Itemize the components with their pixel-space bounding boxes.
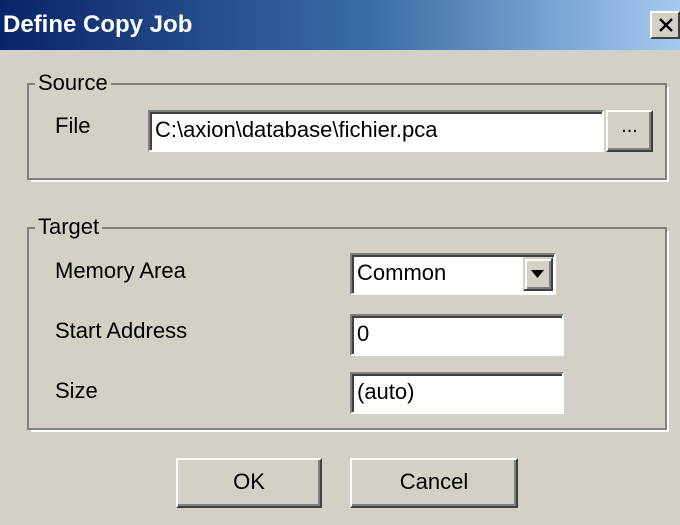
cancel-button-label: Cancel [399,469,469,494]
define-copy-job-dialog: Define Copy Job Source File C:\axion\dat… [0,0,680,525]
start-address-label: Start Address [55,318,188,343]
cancel-button[interactable]: Cancel [350,458,518,508]
browse-button-label: ... [621,115,638,137]
chevron-down-icon [531,270,544,278]
size-label: Size [55,378,98,403]
size-input[interactable]: (auto) [350,372,564,414]
memory-area-value: Common [357,260,447,285]
browse-button[interactable]: ... [606,110,653,152]
target-legend: Target [35,215,103,239]
file-path-input[interactable]: C:\axion\database\fichier.pca [148,110,604,152]
start-address-input[interactable]: 0 [350,314,564,356]
close-icon [659,18,673,32]
title-bar[interactable]: Define Copy Job [0,0,680,50]
file-label: File [55,113,91,138]
ok-button[interactable]: OK [176,458,322,508]
memory-area-dropdown-button[interactable] [523,257,553,291]
memory-area-label: Memory Area [55,258,186,283]
window-title: Define Copy Job [3,11,193,38]
ok-button-label: OK [233,469,265,494]
close-button[interactable] [650,11,680,39]
source-legend: Source [35,71,111,95]
